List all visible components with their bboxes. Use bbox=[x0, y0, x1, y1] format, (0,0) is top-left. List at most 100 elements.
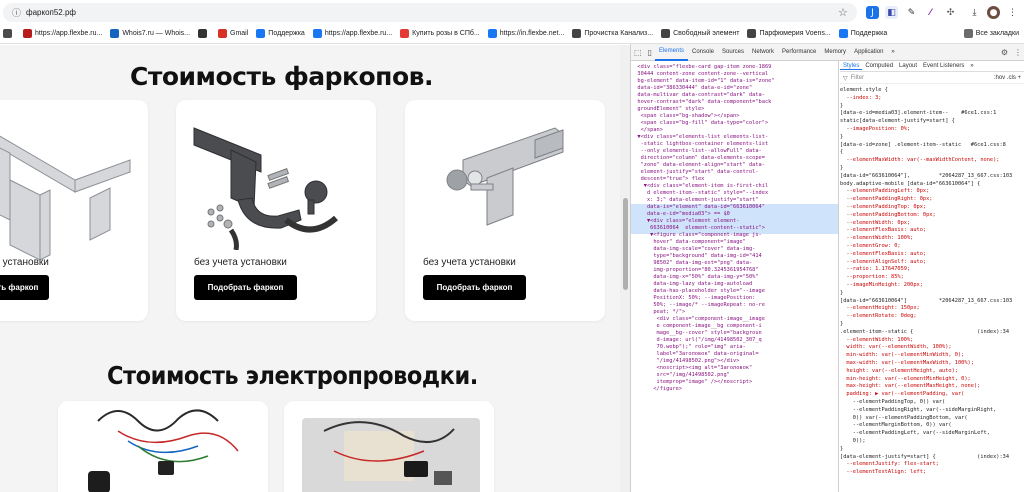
profile-avatar[interactable]: ● bbox=[987, 6, 1000, 19]
style-rule-line[interactable]: --elementPaddingTop: 0px; bbox=[840, 204, 926, 210]
dom-node-line[interactable]: "/img/41498502.png"></div> bbox=[631, 358, 740, 365]
dom-node-line[interactable]: peat; */"> bbox=[631, 309, 685, 316]
bookmark-item[interactable]: Купить розы в СПб... bbox=[397, 26, 485, 42]
devtools-tab[interactable]: » bbox=[887, 44, 898, 61]
bookmark-item[interactable]: Прочистка Канализ... bbox=[569, 26, 658, 42]
style-rule-line[interactable]: --elementWidth: 100%; bbox=[840, 337, 913, 343]
style-rule-line[interactable]: --elementPaddingRight: 0px; bbox=[840, 196, 932, 202]
bookmark-item[interactable]: Gmail bbox=[215, 26, 253, 42]
inspect-icon[interactable]: ⬚ bbox=[631, 48, 645, 57]
style-rule-line[interactable]: } bbox=[840, 134, 843, 140]
style-tools[interactable]: :hov .cls + bbox=[994, 75, 1021, 81]
filter-input[interactable]: Filter bbox=[851, 75, 994, 81]
dom-node-line[interactable]: hover" data-component="image" bbox=[631, 239, 746, 246]
dom-node-line[interactable]: data-is="element" data-id="663610064" bbox=[631, 204, 765, 211]
style-rule-line[interactable]: --elementWidth: 100%; bbox=[840, 235, 913, 241]
url-text[interactable]: фаркоп52.рф bbox=[26, 8, 76, 17]
dom-node-line[interactable]: <span class="bg-shadow"></span> bbox=[631, 113, 740, 120]
dom-node-line[interactable]: label="Заголовок" data-original= bbox=[631, 351, 759, 358]
dom-node-line[interactable]: element-justify="start" data-control- bbox=[631, 169, 759, 176]
select-towbar-button[interactable]: Подобрать фаркоп bbox=[423, 275, 526, 300]
style-rule-line[interactable]: { bbox=[840, 149, 843, 155]
select-towbar-button[interactable]: Подобрать фаркоп bbox=[194, 275, 297, 300]
dom-node-line[interactable]: hover-contrast="dark" data-component="ba… bbox=[631, 99, 771, 106]
style-rule-line[interactable]: 0)); bbox=[840, 438, 866, 444]
more-options-icon[interactable]: ⋮ bbox=[1011, 48, 1024, 57]
dom-node-line[interactable]: <div class="component-image__image bbox=[631, 316, 765, 323]
style-rule-line[interactable]: --elementFlexBasis: auto; bbox=[840, 251, 926, 257]
style-rule-line[interactable]: --elementHeight: 150px; bbox=[840, 305, 919, 311]
dom-node-line[interactable]: src="/img/41498502.png" bbox=[631, 372, 730, 379]
style-rule-line[interactable]: --elementAlignSelf: auto; bbox=[840, 259, 926, 265]
style-rule-line[interactable]: --elementTextAlign: left; bbox=[840, 469, 926, 475]
style-rule-line[interactable]: --elementPaddingTop, 0)) var( bbox=[840, 399, 946, 405]
style-rule-line[interactable]: } bbox=[840, 103, 843, 109]
style-rule-line[interactable]: element.style { bbox=[840, 87, 888, 93]
style-rule-line[interactable]: [data-id="663610064"], *2064287_13_667.c… bbox=[840, 173, 1012, 179]
elements-tree[interactable]: <div class="flexbe-card gap-item zone-18… bbox=[631, 61, 839, 492]
dom-node-line[interactable]: e component-image__bg component-i bbox=[631, 323, 762, 330]
all-bookmarks-button[interactable]: Все закладки bbox=[961, 26, 1024, 42]
extension-icon[interactable]: ⁄ bbox=[924, 6, 937, 19]
style-rule-line[interactable]: --elementPaddingLeft: 0px; bbox=[840, 188, 929, 194]
style-rule-line[interactable]: --imageMinHeight: 200px; bbox=[840, 282, 923, 288]
style-rule-line[interactable]: --elementMaxWidth: var(--maxWidthContent… bbox=[840, 157, 999, 163]
devtools-tab[interactable]: Performance bbox=[778, 44, 820, 61]
style-rule-line[interactable]: --elementRotate: 0deg; bbox=[840, 313, 916, 319]
bookmark-item[interactable] bbox=[0, 26, 20, 42]
devtools-tab[interactable]: Elements bbox=[654, 44, 688, 61]
dom-node-line[interactable]: type="background" data-img-id="414 bbox=[631, 253, 761, 260]
bookmark-item[interactable] bbox=[195, 26, 215, 42]
dom-node-line[interactable]: direction="column" data-elements-scope= bbox=[631, 155, 765, 162]
style-rule-line[interactable]: } bbox=[840, 321, 843, 327]
pen-icon[interactable]: ✎ bbox=[905, 6, 918, 19]
extension-icon[interactable]: J bbox=[866, 6, 879, 19]
dom-node-line[interactable]: --only elements-list--allowFull" data- bbox=[631, 148, 762, 155]
bookmark-item[interactable]: https://in.flexbe.net... bbox=[485, 26, 570, 42]
bookmark-item[interactable]: Поддержка bbox=[253, 26, 310, 42]
style-rule-line[interactable]: max-width: var(--elementMaxWidth, 100%); bbox=[840, 360, 974, 366]
bookmark-item[interactable]: https://app.flexbe.ru... bbox=[310, 26, 397, 42]
dom-node-line[interactable]: itemprop="image" /></noscript> bbox=[631, 379, 753, 386]
dom-node-line[interactable]: ▼<div class="elements-list elements-list… bbox=[631, 134, 768, 141]
bookmark-item[interactable]: Парфюмерия Voens... bbox=[744, 26, 835, 42]
bookmark-star-icon[interactable]: ☆ bbox=[838, 6, 848, 19]
dom-node-line[interactable]: <span class="bg-fill" data-type="color"> bbox=[631, 120, 769, 127]
dom-node-line[interactable]: data-e-id="media03"> == $0 bbox=[631, 211, 730, 218]
dom-node-line[interactable]: groundElement" style> bbox=[631, 106, 704, 113]
style-rule-line[interactable]: --elementGrow: 0; bbox=[840, 243, 900, 249]
style-rule-line[interactable]: body.adaptive-mobile [data-id="663610064… bbox=[840, 181, 980, 187]
dom-node-line[interactable]: ▼<div class="element-item is-first-chil bbox=[631, 183, 768, 190]
styles-subtab[interactable]: Computed bbox=[862, 63, 896, 69]
dom-node-line[interactable]: mage__bg--cover" style="backgroun bbox=[631, 330, 762, 337]
site-info-icon[interactable]: ⓘ bbox=[11, 7, 22, 19]
settings-gear-icon[interactable]: ⚙ bbox=[998, 48, 1011, 57]
style-rule-line[interactable]: max-height: var(--elementMaxHeight, none… bbox=[840, 383, 980, 389]
dom-node-line[interactable]: data-has-placeholder style="--image bbox=[631, 288, 765, 295]
dom-node-line[interactable]: bg-element" data-item-id="1" data-is="zo… bbox=[631, 78, 774, 85]
dom-node-line[interactable]: descent="true"> flex bbox=[631, 176, 705, 183]
menu-icon[interactable]: ⋮ bbox=[1006, 6, 1019, 19]
bookmark-item[interactable]: Свободный элемент bbox=[658, 26, 744, 42]
dom-node-line[interactable]: 70.webp");" role="img" aria- bbox=[631, 344, 746, 351]
dom-node-line[interactable]: PositionX: 50%; --imagePosition: bbox=[631, 295, 755, 302]
dom-node-line[interactable]: x: 3;" data-element-justify="start" bbox=[631, 197, 759, 204]
bookmark-item[interactable]: https://app.flexbe.ru... bbox=[20, 26, 107, 42]
style-rule-line[interactable]: --elementMarginBottom, 0)) var( bbox=[840, 422, 952, 428]
styles-subtab[interactable]: Styles bbox=[840, 63, 863, 70]
dom-node-line[interactable]: 98502" data-img-ext="png" data- bbox=[631, 260, 752, 267]
puzzle-icon[interactable]: ✣ bbox=[944, 6, 957, 19]
style-rule-line[interactable]: } bbox=[840, 165, 843, 171]
bookmark-item[interactable]: Whois7.ru — Whois... bbox=[107, 26, 195, 42]
dom-node-line[interactable]: </figure> bbox=[631, 386, 682, 393]
style-rule-line[interactable]: --elementPaddingRight, var(--sideMarginR… bbox=[840, 407, 997, 413]
dom-node-line[interactable]: data-id="386330444" data-e-id="zone" bbox=[631, 85, 752, 92]
styles-subtab[interactable]: Layout bbox=[896, 63, 920, 69]
dom-node-line[interactable]: data-multivar data-contrast="dark" data- bbox=[631, 92, 765, 99]
dom-node-line[interactable]: img-proportion="80.3245361954768" bbox=[631, 267, 758, 274]
style-rule-line[interactable]: min-height: var(--elementMinHeight, 0); bbox=[840, 376, 970, 382]
style-rule-line[interactable]: .element-item--static { (index):34 bbox=[840, 329, 1009, 335]
dom-node-line[interactable]: d element-item--static" style="--index bbox=[631, 190, 768, 197]
device-toggle-icon[interactable]: ▯ bbox=[645, 48, 655, 57]
style-rule-line[interactable]: --proportion: 85%; bbox=[840, 274, 903, 280]
